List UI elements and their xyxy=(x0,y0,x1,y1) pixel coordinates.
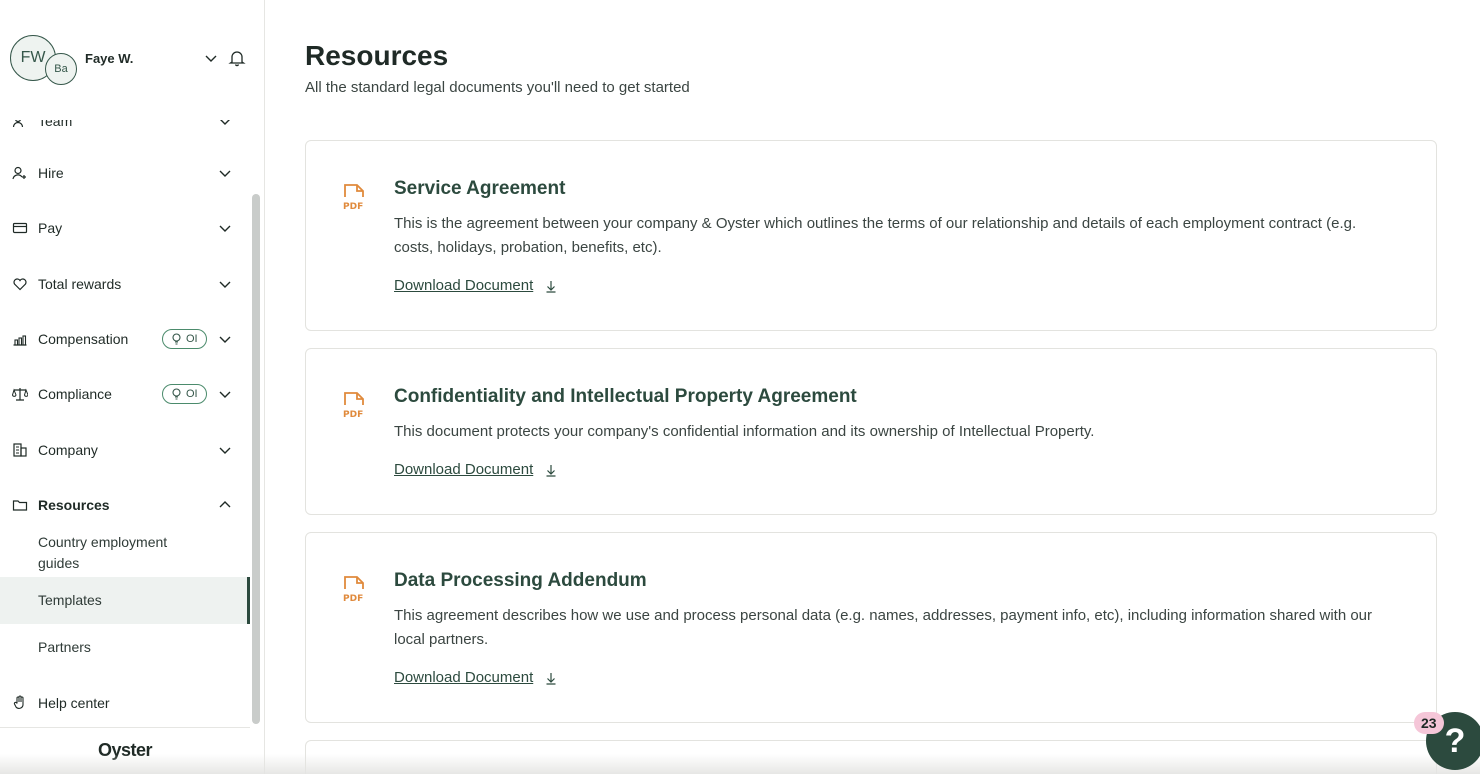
sidebar-item-label: Compensation xyxy=(38,331,129,347)
chevron-down-icon xyxy=(219,170,231,177)
sidebar-item-company[interactable]: Company xyxy=(0,434,250,466)
help-notification-count: 23 xyxy=(1414,712,1444,734)
document-card xyxy=(305,740,1437,774)
chevron-down-icon xyxy=(219,225,231,232)
pdf-label: PDF xyxy=(343,202,363,212)
sidebar-item-team[interactable]: Team xyxy=(0,120,250,137)
sidebar-item-label: Compliance xyxy=(38,386,112,402)
sidebar-item-hire[interactable]: Hire xyxy=(0,157,250,189)
sidebar-item-total-rewards[interactable]: Total rewards xyxy=(0,268,250,300)
chevron-up-icon xyxy=(219,501,231,508)
sidebar-item-resources[interactable]: Resources xyxy=(0,489,250,521)
page-subtitle: All the standard legal documents you'll … xyxy=(305,79,690,96)
download-arrow-icon xyxy=(546,672,556,685)
hand-icon xyxy=(12,695,28,711)
oi-badge: OI xyxy=(162,384,207,404)
chevron-down-icon xyxy=(219,336,231,343)
sidebar-item-pay[interactable]: Pay xyxy=(0,212,250,244)
org-avatar: Ba xyxy=(45,53,77,85)
question-mark-icon: ? xyxy=(1444,721,1466,760)
page-title: Resources xyxy=(305,40,449,71)
sidebar-item-help-center[interactable]: Help center xyxy=(0,687,250,719)
building-icon xyxy=(12,442,28,458)
download-link-label: Download Document xyxy=(394,461,534,478)
heart-icon xyxy=(12,276,28,292)
sidebar-item-compensation[interactable]: Compensation OI xyxy=(0,323,250,355)
badge-label: OI xyxy=(186,333,198,345)
subitem-label: Country employment guides xyxy=(38,534,168,571)
download-link-label: Download Document xyxy=(394,669,534,686)
download-link-label: Download Document xyxy=(394,277,534,294)
badge-label: OI xyxy=(186,388,198,400)
document-card: PDF Confidentiality and Intellectual Pro… xyxy=(305,348,1437,515)
help-widget[interactable]: ? 23 xyxy=(1412,708,1480,774)
chevron-down-icon xyxy=(220,120,230,125)
pdf-file-icon: PDF xyxy=(343,184,364,212)
sidebar-item-compliance[interactable]: Compliance OI xyxy=(0,378,250,410)
download-document-link[interactable]: Download Document xyxy=(394,669,557,686)
chevron-down-icon xyxy=(219,447,231,454)
document-description: This is the agreement between your compa… xyxy=(394,215,1357,256)
pdf-file-icon: PDF xyxy=(343,392,364,420)
sidebar-item-label: Company xyxy=(38,442,98,458)
sidebar: FW Ba Faye W. Team Hire Pay Total reward… xyxy=(0,0,265,774)
download-arrow-icon xyxy=(546,280,556,293)
sidebar-subitem-partners[interactable]: Partners xyxy=(0,637,250,658)
sidebar-item-label: Pay xyxy=(38,220,63,236)
main-content: Resources All the standard legal documen… xyxy=(265,0,1480,774)
sidebar-scrollbar[interactable] xyxy=(252,194,260,724)
chart-icon xyxy=(12,331,28,347)
subitem-label: Partners xyxy=(38,639,91,655)
chevron-down-icon xyxy=(219,391,231,398)
subitem-label: Templates xyxy=(38,592,102,608)
pdf-label: PDF xyxy=(343,594,363,604)
sidebar-item-label: Help center xyxy=(38,695,110,711)
org-initials: Ba xyxy=(54,63,68,75)
download-document-link[interactable]: Download Document xyxy=(394,277,557,294)
bell-icon[interactable] xyxy=(228,49,246,67)
document-card: PDF Service Agreement This is the agreem… xyxy=(305,140,1437,331)
lightbulb-icon xyxy=(172,388,181,400)
oi-badge: OI xyxy=(162,329,207,349)
sidebar-item-label: Resources xyxy=(38,497,110,513)
user-menu[interactable]: FW Ba Faye W. xyxy=(10,34,250,85)
pdf-file-icon: PDF xyxy=(343,576,364,604)
document-description: This document protects your company's co… xyxy=(394,423,1095,440)
sidebar-subitem-templates[interactable]: Templates xyxy=(0,577,250,624)
download-arrow-icon xyxy=(546,464,556,477)
document-title: Confidentiality and Intellectual Propert… xyxy=(394,386,857,407)
user-avatar[interactable]: FW Ba xyxy=(10,35,77,85)
sidebar-item-label: Total rewards xyxy=(38,276,122,292)
chevron-down-icon[interactable] xyxy=(204,51,218,65)
scale-icon xyxy=(12,386,28,402)
download-document-link[interactable]: Download Document xyxy=(394,461,557,478)
chevron-down-icon xyxy=(219,281,231,288)
document-title: Data Processing Addendum xyxy=(394,570,647,591)
sidebar-nav: Team Hire Pay Total rewards Compensation… xyxy=(0,120,250,728)
lightbulb-icon xyxy=(172,333,181,345)
sidebar-item-label: Team xyxy=(38,120,73,129)
team-icon xyxy=(12,120,28,129)
user-initials: FW xyxy=(20,49,46,66)
document-description: This agreement describes how we use and … xyxy=(394,607,1373,648)
sidebar-subitem-country-guides[interactable]: Country employment guides xyxy=(0,532,250,574)
wallet-icon xyxy=(12,220,28,236)
user-name: Faye W. xyxy=(85,50,134,66)
pdf-label: PDF xyxy=(343,410,363,420)
folder-icon xyxy=(12,497,28,513)
document-title: Service Agreement xyxy=(394,178,566,199)
user-plus-icon xyxy=(12,165,28,181)
sidebar-item-label: Hire xyxy=(38,165,64,181)
brand-logo: Oyster xyxy=(98,740,153,760)
document-card: PDF Data Processing Addendum This agreem… xyxy=(305,532,1437,723)
